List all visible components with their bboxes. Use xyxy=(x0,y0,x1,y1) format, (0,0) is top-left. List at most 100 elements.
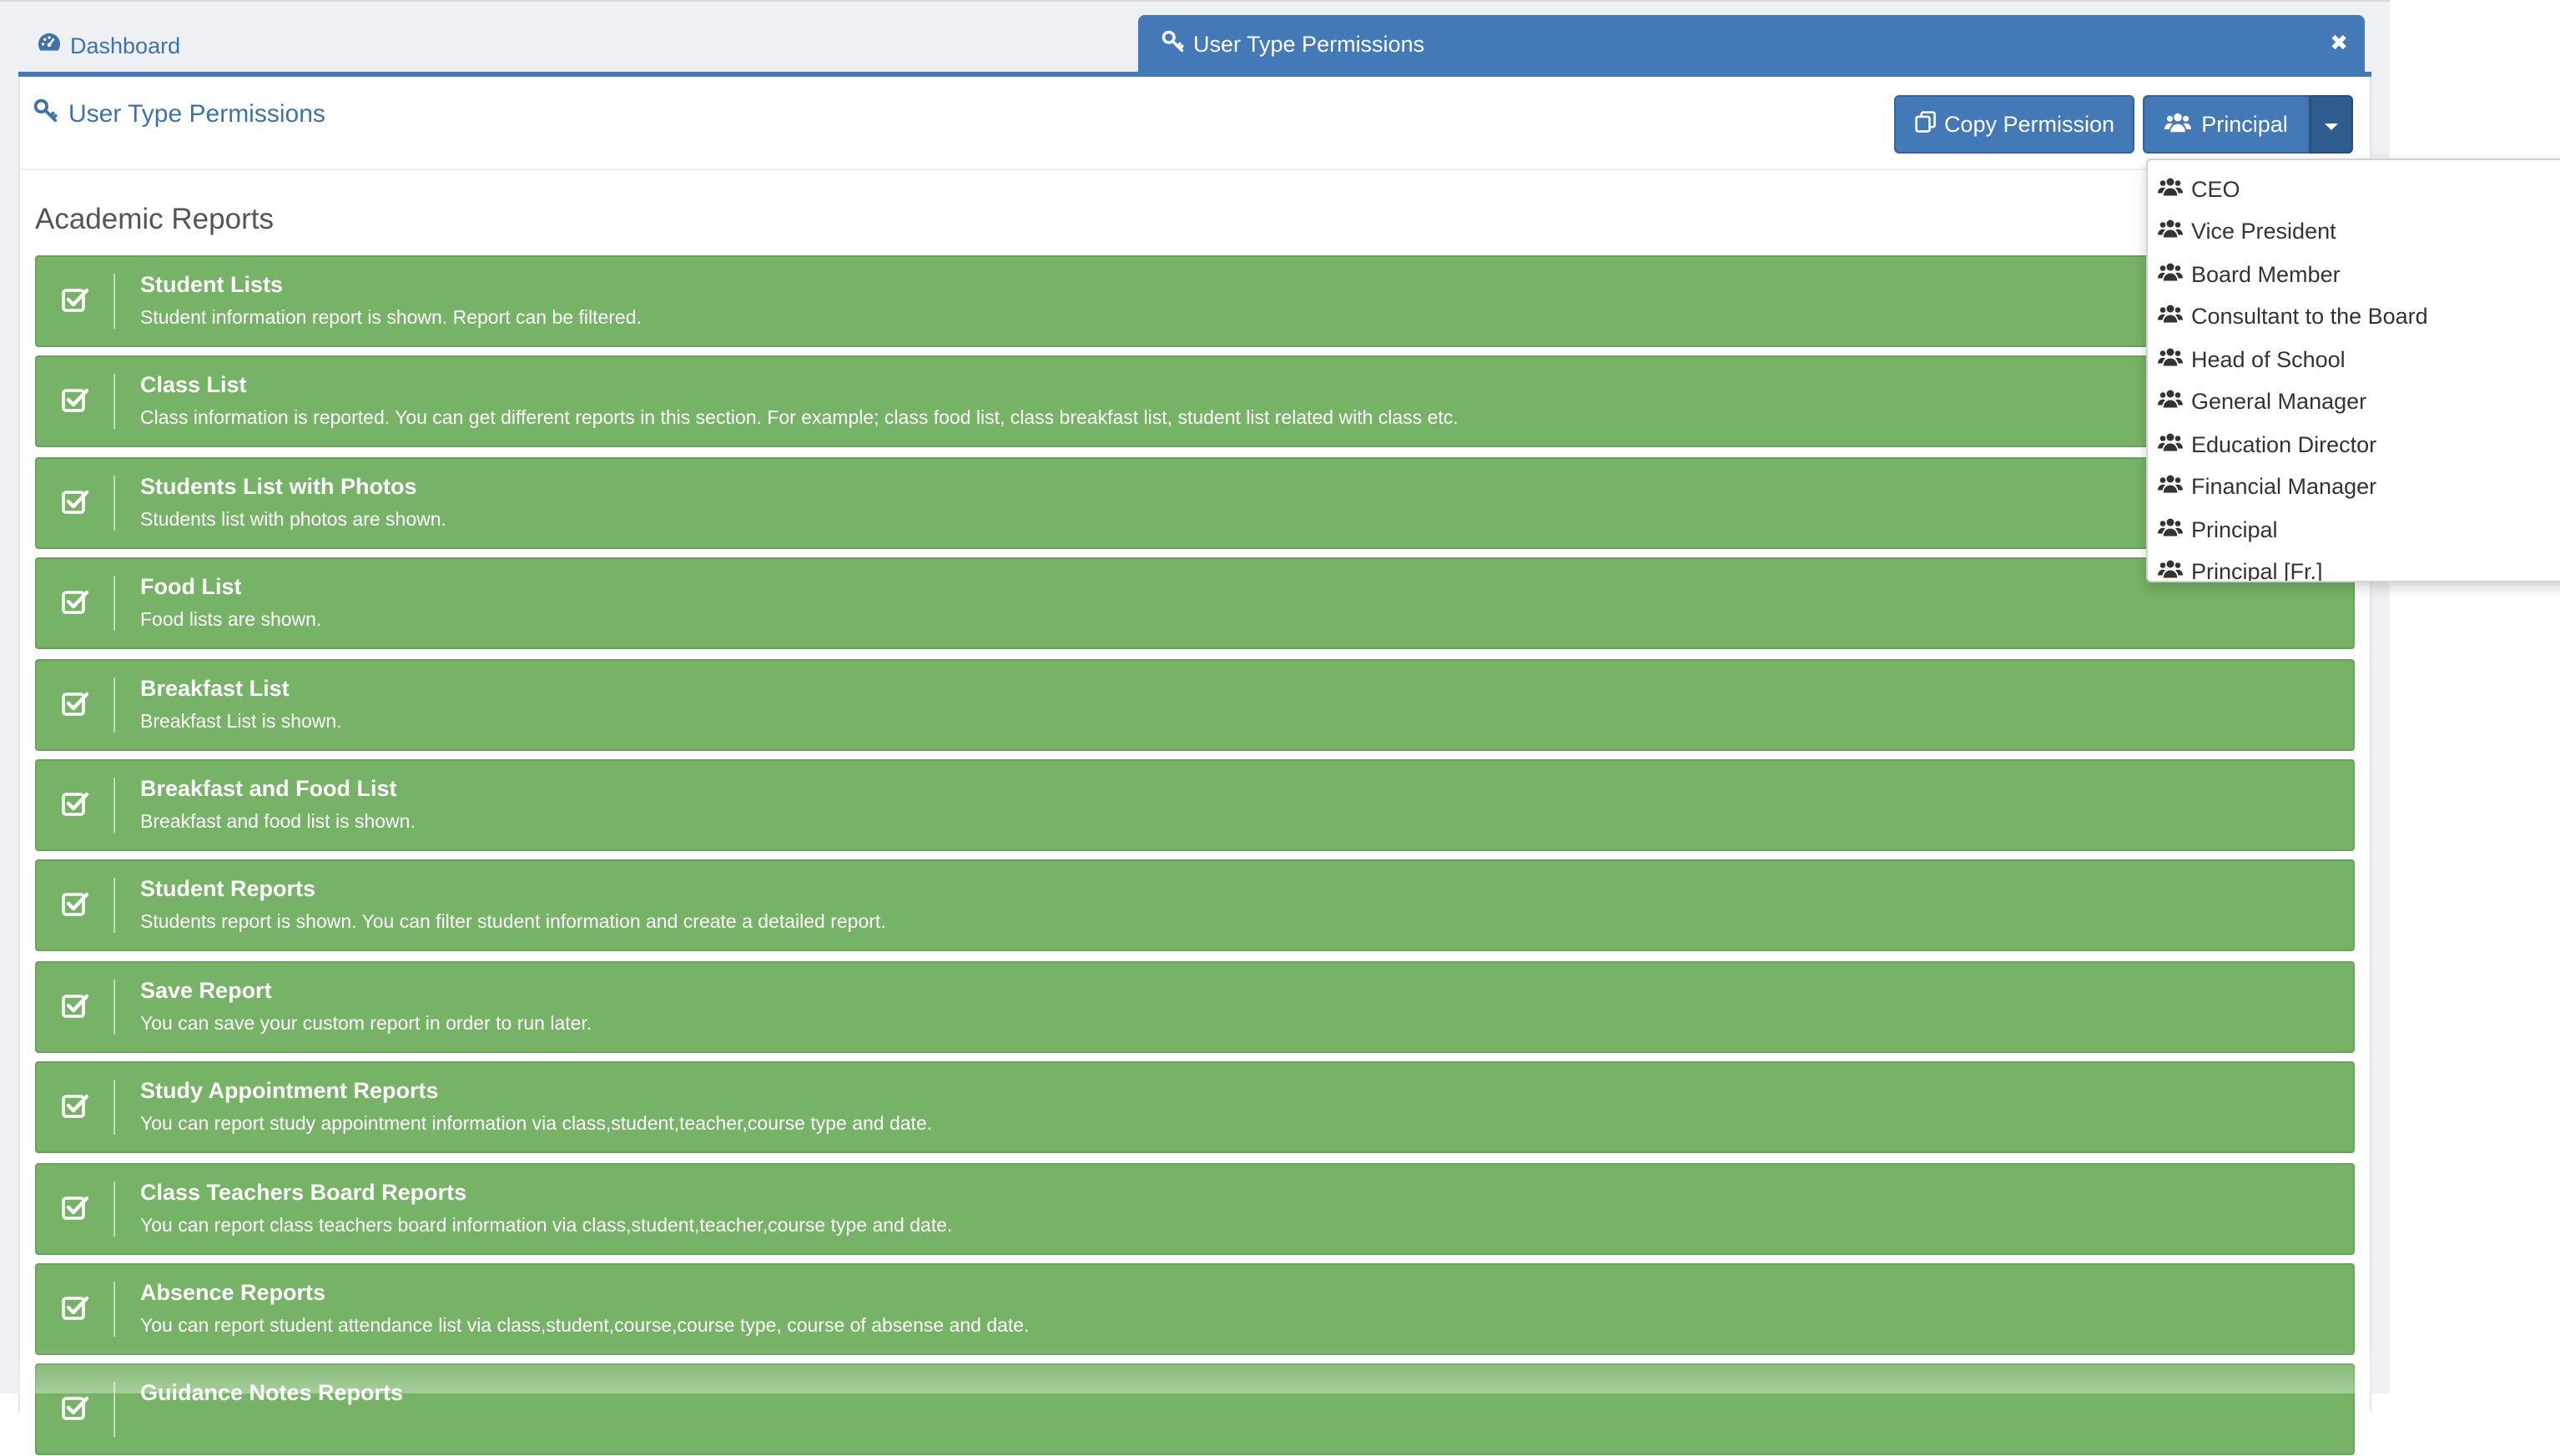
tab-dashboard[interactable]: Dashboard xyxy=(37,17,180,73)
permission-row[interactable]: Student Reports Students report is shown.… xyxy=(35,859,2355,952)
checkbox-checked-icon[interactable] xyxy=(60,789,90,819)
permission-title: Save Report xyxy=(140,977,272,1003)
checkbox-checked-icon[interactable] xyxy=(60,1394,90,1424)
copy-permission-label: Copy Permission xyxy=(1943,112,2115,137)
key-icon xyxy=(33,98,58,130)
permission-title: Breakfast and Food List xyxy=(140,776,397,801)
checkbox-checked-icon[interactable] xyxy=(60,487,90,517)
permission-row[interactable]: Student Lists Student information report … xyxy=(35,255,2355,347)
permission-title: Study Appointment Reports xyxy=(140,1078,439,1104)
checkbox-checked-icon[interactable] xyxy=(60,1091,90,1121)
dropdown-item[interactable]: General Manager xyxy=(2158,383,2366,420)
permission-row[interactable]: Food List Food lists are shown. xyxy=(35,557,2355,650)
header-divider xyxy=(20,169,2370,170)
dropdown-item[interactable]: Principal xyxy=(2158,511,2278,547)
permission-description: You can report study appointment informa… xyxy=(140,1115,933,1136)
permission-title: Food List xyxy=(140,574,242,600)
permission-row[interactable]: Study Appointment Reports You can report … xyxy=(35,1061,2355,1154)
row-divider xyxy=(113,677,115,733)
permission-description: Class information is reported. You can g… xyxy=(140,409,1459,430)
checkbox-checked-icon[interactable] xyxy=(60,1293,90,1323)
permission-title: Breakfast List xyxy=(140,675,290,701)
row-divider xyxy=(113,274,115,329)
role-select-button[interactable]: Principal xyxy=(2143,95,2310,154)
page-title: User Type Permissions xyxy=(33,98,325,130)
dropdown-item-label: CEO xyxy=(2191,176,2240,201)
dropdown-item[interactable]: Head of School xyxy=(2158,340,2346,377)
chevron-down-icon xyxy=(2325,123,2338,129)
checkbox-checked-icon[interactable] xyxy=(60,890,90,920)
role-dropdown-toggle[interactable] xyxy=(2310,95,2353,154)
copy-permission-button[interactable]: Copy Permission xyxy=(1894,95,2134,154)
checkbox-checked-icon[interactable] xyxy=(60,991,90,1021)
dropdown-item[interactable]: Consultant to the Board xyxy=(2158,298,2428,335)
row-divider xyxy=(113,1282,115,1337)
permission-row[interactable]: Class Teachers Board Reports You can repo… xyxy=(35,1162,2355,1255)
dropdown-item[interactable]: Education Director xyxy=(2158,426,2376,462)
row-divider xyxy=(113,1382,115,1438)
permission-row[interactable]: Students List with Photos Students list w… xyxy=(35,456,2355,549)
row-divider xyxy=(113,1080,115,1136)
role-select-label: Principal xyxy=(2201,112,2288,137)
dropdown-item[interactable]: Principal [Fr.] xyxy=(2158,553,2323,582)
close-icon[interactable]: ✖ xyxy=(2330,31,2348,55)
permission-description: Student information report is shown. Rep… xyxy=(140,309,642,329)
checkbox-checked-icon[interactable] xyxy=(60,386,90,416)
permission-description: Food lists are shown. xyxy=(140,611,322,632)
users-icon xyxy=(2158,516,2183,542)
checkbox-checked-icon[interactable] xyxy=(60,587,90,617)
permission-row[interactable]: Class List Class information is reported.… xyxy=(35,355,2355,448)
row-divider xyxy=(113,374,115,430)
row-divider xyxy=(113,778,115,833)
row-divider xyxy=(113,576,115,632)
permission-description: You can report class teachers board info… xyxy=(140,1216,953,1237)
permission-description: Students list with photos are shown. xyxy=(140,510,446,531)
tab-active-label: User Type Permissions xyxy=(1193,32,1425,57)
permission-title: Student Reports xyxy=(140,876,316,902)
dropdown-item[interactable]: Vice President xyxy=(2158,213,2336,249)
dropdown-item-label: General Manager xyxy=(2191,389,2367,414)
copy-icon xyxy=(1914,110,1938,139)
permission-title: Students List with Photos xyxy=(140,473,417,499)
dropdown-item[interactable]: CEO xyxy=(2158,170,2240,207)
dropdown-item[interactable]: Board Member xyxy=(2158,255,2341,292)
permission-title: Absence Reports xyxy=(140,1280,326,1305)
permission-description: Breakfast and food list is shown. xyxy=(140,813,416,833)
dropdown-item-label: Financial Manager xyxy=(2191,474,2377,499)
permission-row[interactable]: Breakfast and Food List Breakfast and foo… xyxy=(35,759,2355,851)
users-icon xyxy=(2158,346,2183,371)
permission-title: Class List xyxy=(140,372,247,398)
users-icon xyxy=(2158,176,2183,201)
dashboard-icon xyxy=(37,32,62,58)
dropdown-item-label: Principal [Fr.] xyxy=(2191,559,2323,582)
permission-row[interactable]: Absence Reports You can report student at… xyxy=(35,1263,2355,1355)
checkbox-checked-icon[interactable] xyxy=(60,1192,90,1222)
tab-user-type-permissions[interactable]: User Type Permissions ✖ xyxy=(1138,15,2365,73)
permission-title: Student Lists xyxy=(140,272,284,297)
users-icon xyxy=(2158,559,2183,581)
dropdown-item-label: Education Director xyxy=(2191,431,2377,456)
page-title-text: User Type Permissions xyxy=(68,100,325,128)
row-divider xyxy=(113,979,115,1035)
dropdown-item-label: Head of School xyxy=(2191,346,2346,371)
permission-title: Class Teachers Board Reports xyxy=(140,1179,467,1205)
permission-description: Students report is shown. You can filter… xyxy=(140,913,886,934)
permission-description: You can report student attendance list v… xyxy=(140,1317,1030,1337)
permission-row[interactable]: Guidance Notes Reports xyxy=(35,1363,2355,1456)
role-dropdown-menu: CEO Vice President Board Member Consultant … xyxy=(2146,159,2560,582)
permission-description: You can save your custom report in order… xyxy=(140,1014,592,1035)
checkbox-checked-icon[interactable] xyxy=(60,285,90,315)
dropdown-item-label: Principal xyxy=(2191,516,2278,542)
app-root: Dashboard User Type Permissions ✖ User T… xyxy=(0,0,2560,1456)
dropdown-item[interactable]: Financial Manager xyxy=(2158,468,2376,505)
permission-row[interactable]: Breakfast List Breakfast List is shown. xyxy=(35,658,2355,751)
top-edge xyxy=(0,0,2390,2)
users-icon xyxy=(2164,111,2192,138)
checkbox-checked-icon[interactable] xyxy=(60,688,90,718)
dropdown-item-label: Vice President xyxy=(2191,219,2336,244)
row-divider xyxy=(113,878,115,934)
permission-description: Breakfast List is shown. xyxy=(140,712,342,733)
tab-dashboard-label: Dashboard xyxy=(70,33,181,58)
permission-row[interactable]: Save Report You can save your custom repo… xyxy=(35,960,2355,1053)
section-title: Academic Reports xyxy=(35,202,274,235)
